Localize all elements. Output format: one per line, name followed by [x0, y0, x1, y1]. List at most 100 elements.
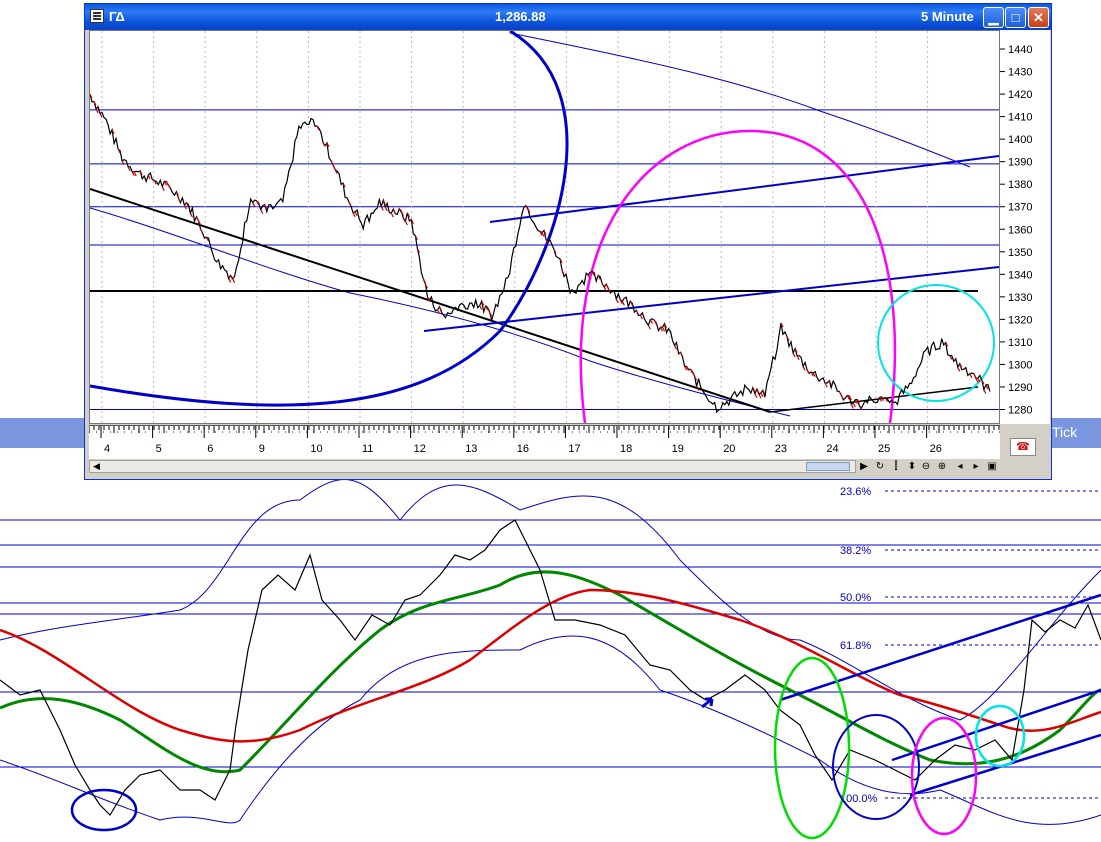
blue-upper-curve [509, 32, 971, 168]
chart-window: ΓΔ 1,286.88 5 Minute ▁ □ ✕ 1440 1430 1420 1… [84, 3, 1052, 480]
window-icon[interactable]: ▣ [985, 460, 999, 474]
next-icon[interactable]: ▸ [969, 460, 983, 474]
time-tick-label: 23 [775, 443, 787, 455]
phone-alert-icon[interactable]: ☎ [1010, 438, 1036, 456]
down-tick [674, 345, 678, 350]
time-tick-label: 5 [156, 443, 162, 455]
scroll-left-icon[interactable]: ◀ [90, 461, 103, 472]
price-tick-label: 1410 [1008, 112, 1032, 124]
price-tick-label: 1350 [1008, 247, 1032, 259]
zoom-in-icon[interactable]: ⊕ [935, 460, 949, 474]
down-tick [260, 209, 264, 214]
down-tick [252, 202, 256, 207]
blue-rising-trendline-lower [423, 266, 999, 332]
time-tick-label: 17 [568, 443, 580, 455]
price-line [90, 94, 991, 414]
bars-icon[interactable]: ⫿ [889, 460, 903, 474]
scrollbar-thumb[interactable] [806, 462, 850, 471]
minimize-icon: ▁ [988, 10, 999, 25]
price-tick-label: 1280 [1008, 404, 1032, 416]
down-tick [189, 212, 193, 218]
down-tick [352, 212, 356, 218]
down-tick [639, 314, 643, 320]
fib-level-label: 23.6% [840, 486, 871, 498]
blue-circle-left [70, 788, 138, 832]
blue-arc [90, 31, 569, 407]
down-tick [969, 373, 973, 379]
down-tick [983, 389, 987, 394]
interval-label: 5 Minute [921, 9, 974, 24]
down-tick [796, 355, 800, 361]
down-tick [852, 402, 856, 408]
time-tick-label: 11 [362, 443, 373, 455]
down-tick [792, 352, 796, 358]
time-tick-label: 4 [104, 443, 110, 455]
background-horizontal-lines [0, 519, 1101, 768]
green-moving-average [0, 570, 1101, 774]
down-tick [850, 404, 854, 409]
blue-arrow-icon [701, 697, 714, 709]
down-tick [812, 372, 816, 378]
time-tick-label: 25 [878, 443, 890, 455]
fib-level-label: 61.8% [840, 640, 871, 652]
time-tick-label: 9 [259, 443, 265, 455]
last-price: 1,286.88 [495, 9, 546, 24]
down-tick [760, 392, 764, 398]
reset-icon[interactable]: ↻ [873, 460, 887, 474]
close-icon: ✕ [1033, 10, 1044, 25]
down-tick [802, 366, 806, 371]
price-plot-area[interactable] [89, 30, 1000, 424]
zoom-out-icon[interactable]: ⊖ [919, 460, 933, 474]
move-icon[interactable]: ⬍ [905, 460, 919, 474]
time-tick-label: 13 [465, 443, 477, 455]
price-tick-label: 1380 [1008, 179, 1032, 191]
time-tick-label: 12 [414, 443, 426, 455]
price-tick-label: 1310 [1008, 337, 1032, 349]
down-tick [957, 367, 961, 372]
time-tick-label: 6 [207, 443, 213, 455]
price-tick-label: 1430 [1008, 67, 1032, 79]
price-tick-label: 1420 [1008, 89, 1032, 101]
time-tick-label: 16 [517, 443, 529, 455]
price-tick-label: 1400 [1008, 134, 1032, 146]
down-tick [390, 212, 394, 218]
down-tick [232, 278, 236, 283]
down-tick [199, 228, 204, 234]
close-button[interactable]: ✕ [1028, 7, 1049, 28]
time-tick-label: 20 [723, 443, 735, 455]
minimize-button[interactable]: ▁ [983, 7, 1004, 28]
chart-window-icon[interactable] [90, 9, 104, 23]
bollinger-lower-band [0, 635, 1101, 825]
time-axis: 4 5 6 9 10 11 12 13 16 17 18 19 20 23 24 25 26 [89, 425, 1000, 459]
fib-levels: 23.6%38.2%50.0%61.8%100.0% [840, 486, 1101, 805]
price-tick-label: 1300 [1008, 359, 1032, 371]
down-tick [541, 232, 545, 237]
price-tick-label: 1370 [1008, 202, 1032, 214]
tick-tab-label[interactable]: Tick [1052, 424, 1077, 440]
prev-icon[interactable]: ◂ [953, 460, 967, 474]
down-tick [127, 166, 131, 172]
price-tick-label: 1340 [1008, 269, 1032, 281]
down-tick [384, 206, 388, 212]
down-tick [228, 278, 232, 283]
down-tick [824, 382, 828, 388]
down-tick [647, 324, 651, 330]
scroll-right-icon[interactable]: ▶ [857, 460, 871, 474]
chart-toolbar: ▶ ↻ ⫿ ⬍ ⊖ ⊕ ◂ ▸ ▣ [857, 460, 1050, 474]
maximize-button[interactable]: □ [1005, 7, 1026, 28]
background-price-line [0, 519, 1101, 816]
price-axis-ticks: 1440 1430 1420 1410 1400 1390 1380 1370 1360 1350… [1000, 44, 1032, 416]
time-tick-label: 24 [826, 443, 838, 455]
fib-level-label: 38.2% [840, 545, 871, 557]
title-bar[interactable]: ΓΔ 1,286.88 5 Minute ▁ □ ✕ [85, 4, 1051, 30]
down-tick [758, 393, 762, 399]
down-tick [99, 113, 103, 118]
price-tick-label: 1390 [1008, 157, 1032, 169]
time-axis-ticks: 4 5 6 9 10 11 12 13 16 17 18 19 20 23 24 25 26 [89, 426, 1000, 455]
price-tick-label: 1320 [1008, 314, 1032, 326]
maximize-icon: □ [1011, 10, 1020, 25]
down-tick [147, 174, 151, 180]
price-axis: 1440 1430 1420 1410 1400 1390 1380 1370 1360 1350… [1000, 30, 1050, 424]
price-tick-label: 1330 [1008, 292, 1032, 304]
horizontal-scrollbar[interactable]: ◀ [89, 460, 856, 473]
